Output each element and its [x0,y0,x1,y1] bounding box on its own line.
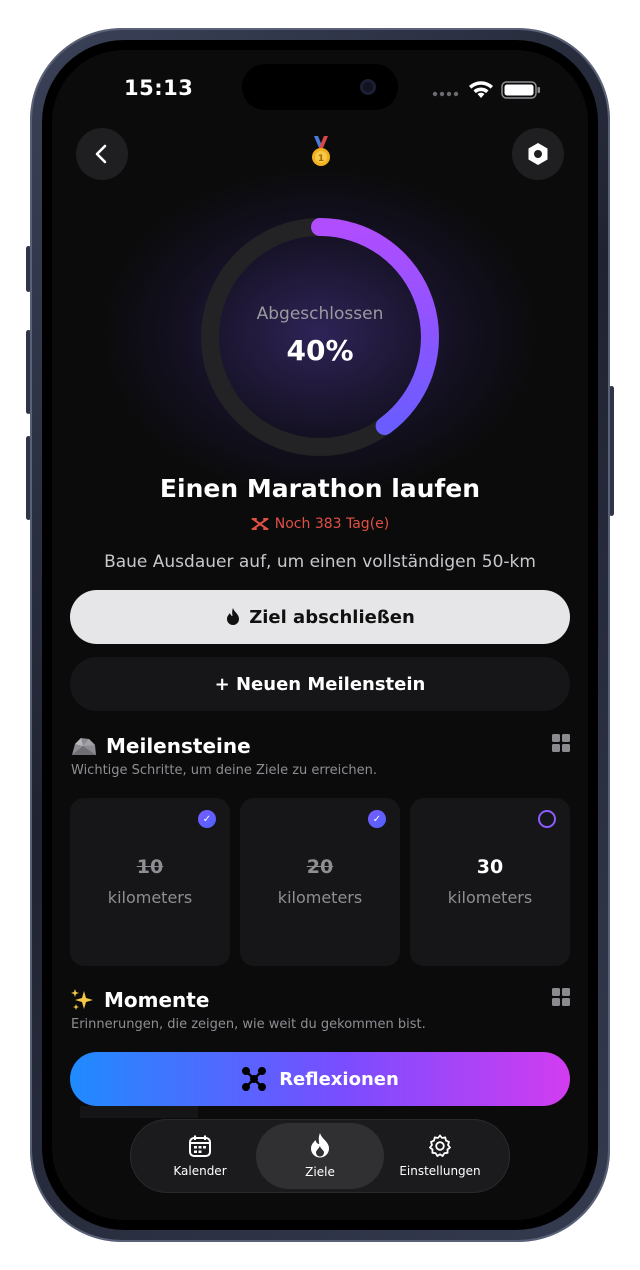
gear-icon [429,1134,451,1157]
dynamic-island [242,64,398,110]
checkmark-icon: ✓ [198,810,216,828]
cellular-signal-icon [432,91,459,97]
tab-bar: Kalender Ziele Einstellungen [130,1119,510,1193]
tab-settings[interactable]: Einstellungen [376,1123,504,1189]
hexagon-icon [528,143,548,165]
wifi-icon [469,81,493,98]
chevron-left-icon [95,144,107,164]
flame-icon [311,1133,329,1158]
camera-icon [360,79,376,95]
app-screen: 15:13 1 Abgeschlossen 40% Einen Marathon… [52,50,588,1220]
back-button[interactable] [76,128,128,180]
milestone-unit: kilometers [277,888,363,907]
battery-icon [501,81,540,99]
milestone-value: 20 [306,856,334,878]
goal-title: Einen Marathon laufen [159,474,481,503]
days-remaining-text: Noch 383 Tag(e) [274,516,390,532]
medal-icon: 1 [312,136,330,166]
milestones-title: Meilensteine [106,734,251,758]
unchecked-circle-icon[interactable] [538,810,556,828]
milestone-unit: kilometers [107,888,193,907]
add-milestone-button[interactable]: + Neuen Meilenstein [70,657,570,711]
moments-title: Momente [104,988,210,1012]
settings-button[interactable] [512,128,564,180]
ring-progress-arc [311,218,439,435]
progress-label: Abgeschlossen [256,304,384,324]
hourglass-icon [251,518,269,530]
svg-text:1: 1 [318,154,324,164]
goal-description: Baue Ausdauer auf, um einen vollständige… [104,552,536,572]
milestone-card[interactable]: ✓ 20 kilometers [240,798,400,966]
moments-subtitle: Erinnerungen, die zeigen, wie weit du ge… [71,1017,426,1032]
milestone-value: 30 [476,856,504,878]
reflections-label: Reflexionen [279,1068,399,1090]
tab-settings-label: Einstellungen [399,1164,481,1178]
complete-goal-button[interactable]: Ziel abschließen [70,590,570,644]
status-icons [432,81,540,99]
calendar-icon [189,1135,211,1157]
flame-icon [227,608,240,625]
tab-goals-label: Ziele [305,1165,335,1179]
status-time: 15:13 [124,76,194,100]
milestones-heading: Meilensteine [70,734,251,758]
days-remaining: Noch 383 Tag(e) [52,516,588,532]
complete-goal-label: Ziel abschließen [249,606,415,628]
tab-calendar-label: Kalender [173,1164,227,1178]
milestone-value: 10 [136,856,164,878]
grid-view-icon[interactable] [552,734,570,752]
milestone-unit: kilometers [447,888,533,907]
progress-value: 40% [286,334,354,367]
rock-icon [72,738,96,755]
milestone-card[interactable]: ✓ 10 kilometers [70,798,230,966]
moments-heading: Momente [70,988,209,1012]
checkmark-icon: ✓ [368,810,386,828]
grid-view-icon[interactable] [552,988,570,1006]
reflections-button[interactable]: Reflexionen [70,1052,570,1106]
sparkles-icon [71,989,93,1010]
moment-preview [80,1106,198,1118]
tab-goals[interactable]: Ziele [256,1123,384,1189]
tab-calendar[interactable]: Kalender [136,1123,264,1189]
milestones-subtitle: Wichtige Schritte, um deine Ziele zu err… [71,763,377,778]
milestone-card[interactable]: 30 kilometers [410,798,570,966]
network-icon [242,1067,267,1091]
